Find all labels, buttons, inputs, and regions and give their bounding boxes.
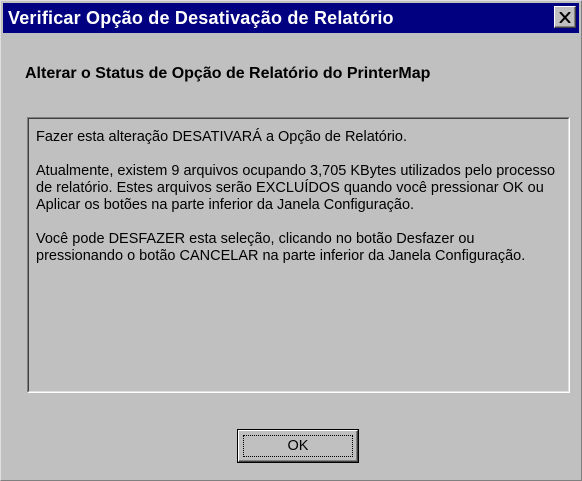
message-paragraph-3: Você pode DESFAZER esta seleção, clicand…: [36, 231, 526, 264]
ok-button-label: OK: [243, 435, 353, 457]
message-panel-inner: Fazer esta alteração DESATIVARÁ a Opção …: [28, 118, 569, 392]
close-button[interactable]: [554, 6, 576, 28]
ok-button[interactable]: OK: [237, 429, 359, 463]
title-bar[interactable]: Verificar Opção de Desativação de Relató…: [3, 3, 579, 33]
message-panel: Fazer esta alteração DESATIVARÁ a Opção …: [27, 117, 570, 393]
close-icon: [559, 11, 571, 23]
message-paragraph-1: Fazer esta alteração DESATIVARÁ a Opção …: [36, 129, 407, 145]
window-title: Verificar Opção de Desativação de Relató…: [8, 7, 394, 28]
dialog-heading: Alterar o Status de Opção de Relatório d…: [25, 65, 431, 82]
message-paragraph-2: Atualmente, existem 9 arquivos ocupando …: [36, 163, 556, 213]
dialog-window: Verificar Opção de Desativação de Relató…: [0, 0, 582, 481]
